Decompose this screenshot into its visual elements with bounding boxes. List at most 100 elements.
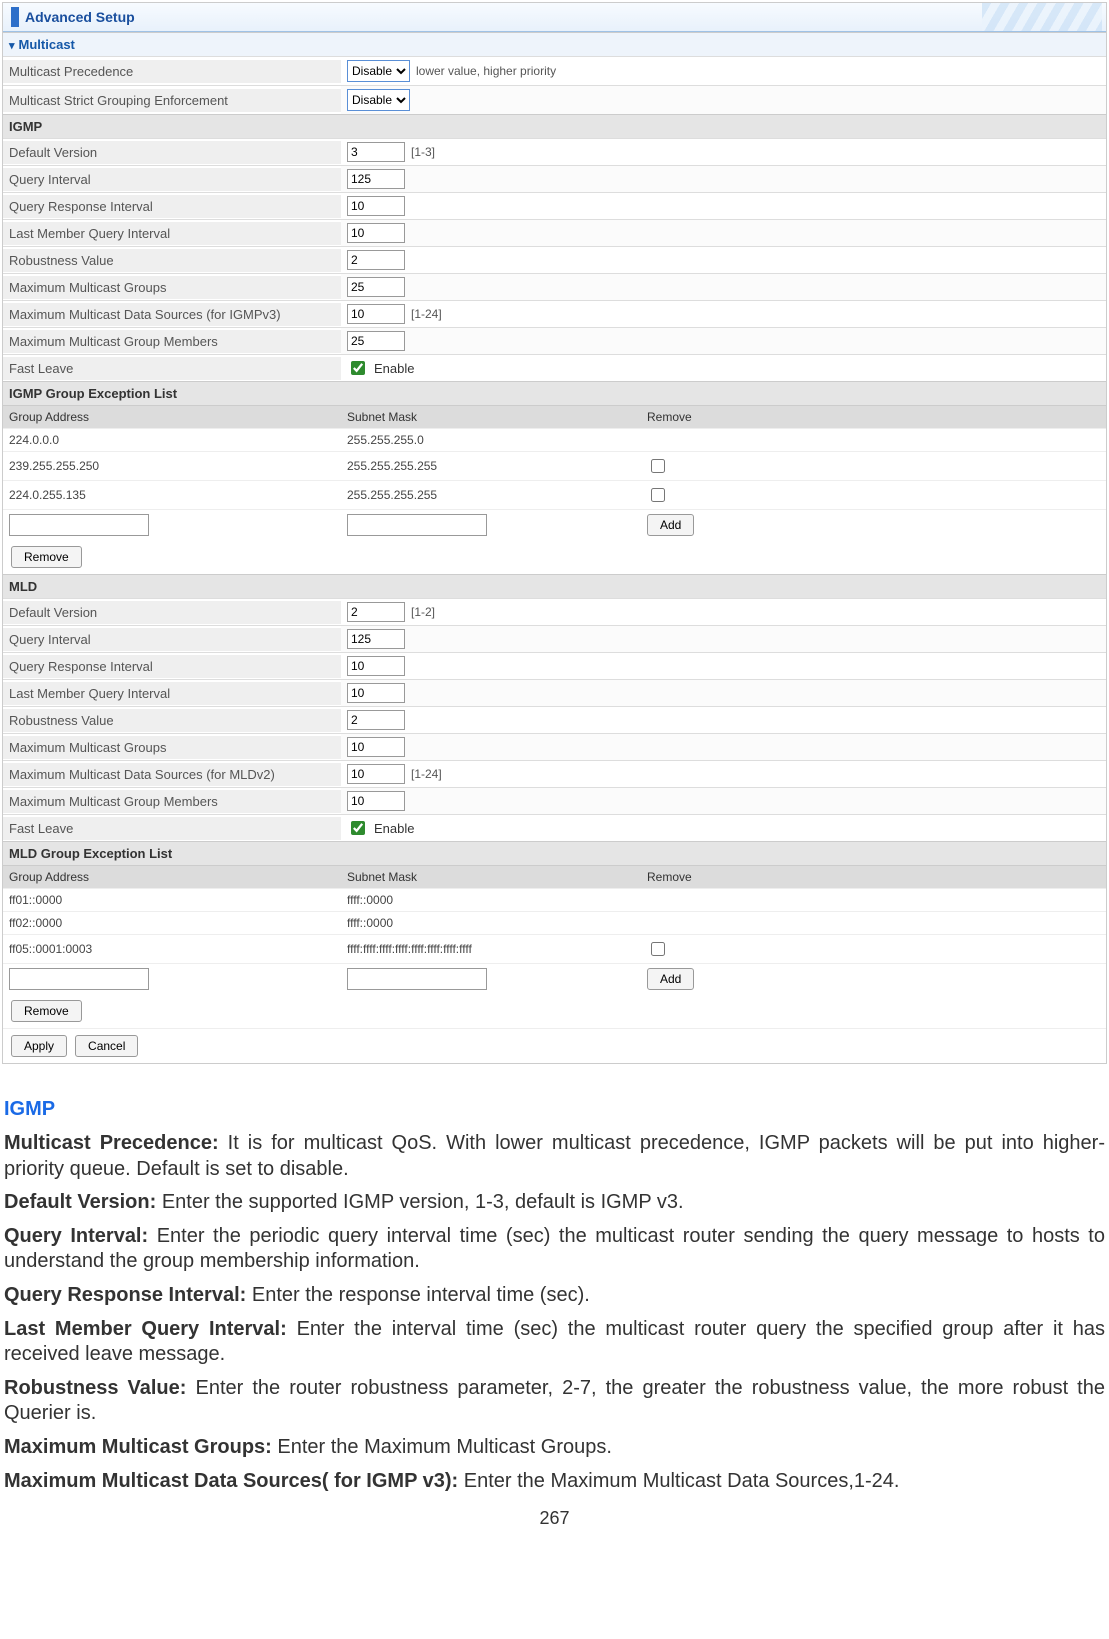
igmp-remove-checkbox[interactable] [651,488,665,502]
cell-address: 224.0.255.135 [3,481,341,510]
cancel-button[interactable]: Cancel [75,1035,138,1057]
table-row: 224.0.0.0255.255.255.0 [3,429,1106,452]
config-label: Query Interval [3,168,341,191]
mld-remove-button[interactable]: Remove [11,1000,82,1022]
cell-remove [641,935,1106,964]
igmp-input[interactable] [347,331,405,351]
cell-remove [641,889,1106,912]
mld-new-address-input[interactable] [9,968,149,990]
config-value: Disable [341,86,1106,114]
config-label: Fast Leave [3,817,341,840]
mld-exception-table: Group Address Subnet Mask Remove ff01::0… [3,865,1106,994]
cell-remove [641,481,1106,510]
config-label: Maximum Multicast Groups [3,736,341,759]
config-label: Maximum Multicast Group Members [3,790,341,813]
igmp-input[interactable] [347,223,405,243]
igmp-input[interactable] [347,196,405,216]
igmp-fastleave-checkbox[interactable] [351,361,365,375]
igmp-remove-checkbox[interactable] [651,459,665,473]
config-row: Query Interval [3,165,1106,192]
igmp-subheader: IGMP [3,114,1106,138]
mld-fastleave-checkbox[interactable] [351,821,365,835]
config-label: Fast Leave [3,357,341,380]
igmp-input[interactable] [347,250,405,270]
config-row: Last Member Query Interval [3,679,1106,706]
chevron-down-icon [9,37,19,52]
table-row: 239.255.255.250255.255.255.255 [3,452,1106,481]
config-label: Last Member Query Interval [3,222,341,245]
cell-mask: 255.255.255.255 [341,452,641,481]
igmp-new-mask-input[interactable] [347,514,487,536]
doc-term: Multicast Precedence: [4,1132,219,1154]
config-label: Last Member Query Interval [3,682,341,705]
igmp-remove-button[interactable]: Remove [11,546,82,568]
igmp-add-button[interactable]: Add [647,514,694,536]
mld-input[interactable] [347,656,405,676]
mld-add-button[interactable]: Add [647,968,694,990]
config-value [341,193,1106,219]
config-row: Fast Leave Enable [3,354,1106,381]
config-row: Query Interval [3,625,1106,652]
multicast-select[interactable]: Disable [347,60,410,82]
apply-button[interactable]: Apply [11,1035,67,1057]
mld-input[interactable] [347,791,405,811]
mld-input[interactable] [347,710,405,730]
mld-exception-subheader: MLD Group Exception List [3,841,1106,865]
config-label: Multicast Strict Grouping Enforcement [3,89,341,112]
config-value [341,788,1106,814]
cell-remove [641,429,1106,452]
mld-input[interactable] [347,629,405,649]
mld-input[interactable] [347,737,405,757]
cell-address: ff05::0001:0003 [3,935,341,964]
doc-section: IGMP Multicast Precedence: It is for mul… [0,1066,1109,1529]
config-label: Maximum Multicast Data Sources (for MLDv… [3,763,341,786]
config-label: Maximum Multicast Groups [3,276,341,299]
config-value: [1-2] [341,599,1106,625]
hint-text: lower value, higher priority [416,64,556,78]
mld-input[interactable] [347,602,405,622]
mld-new-mask-input[interactable] [347,968,487,990]
doc-paragraph: Robustness Value: Enter the router robus… [4,1376,1105,1427]
config-label: Default Version [3,601,341,624]
hint-text: [1-3] [411,145,435,159]
config-row: Maximum Multicast Data Sources (for IGMP… [3,300,1106,327]
igmp-new-address-input[interactable] [9,514,149,536]
igmp-input[interactable] [347,277,405,297]
col-group-address: Group Address [3,406,341,429]
cell-mask: ffff::0000 [341,912,641,935]
doc-term: Default Version: [4,1191,156,1213]
mld-input[interactable] [347,683,405,703]
doc-heading: IGMP [4,1098,1105,1121]
config-label: Multicast Precedence [3,60,341,83]
igmp-input[interactable] [347,304,405,324]
igmp-exception-subheader: IGMP Group Exception List [3,381,1106,405]
doc-term: Last Member Query Interval: [4,1318,287,1340]
igmp-exception-table: Group Address Subnet Mask Remove 224.0.0… [3,405,1106,540]
cell-mask: 255.255.255.0 [341,429,641,452]
doc-term: Maximum Multicast Groups: [4,1436,272,1458]
hint-text: [1-24] [411,767,442,781]
config-row: Default Version [1-2] [3,598,1106,625]
multicast-select[interactable]: Disable [347,89,410,111]
hint-text: [1-2] [411,605,435,619]
igmp-input[interactable] [347,142,405,162]
config-row: Robustness Value [3,246,1106,273]
header-decoration [982,3,1102,31]
doc-term: Maximum Multicast Data Sources( for IGMP… [4,1470,458,1492]
mld-remove-checkbox[interactable] [651,942,665,956]
config-value: [1-3] [341,139,1106,165]
config-value [341,166,1106,192]
mld-input[interactable] [347,764,405,784]
table-row: ff01::0000ffff::0000 [3,889,1106,912]
config-row: Last Member Query Interval [3,219,1106,246]
table-row: ff02::0000ffff::0000 [3,912,1106,935]
col-remove: Remove [641,866,1106,889]
config-row: Multicast Precedence Disable lower value, … [3,56,1106,85]
checkbox-label: Enable [374,361,414,376]
config-label: Query Interval [3,628,341,651]
hint-text: [1-24] [411,307,442,321]
col-subnet-mask: Subnet Mask [341,406,641,429]
config-row: Multicast Strict Grouping Enforcement Dis… [3,85,1106,114]
config-label: Default Version [3,141,341,164]
igmp-input[interactable] [347,169,405,189]
